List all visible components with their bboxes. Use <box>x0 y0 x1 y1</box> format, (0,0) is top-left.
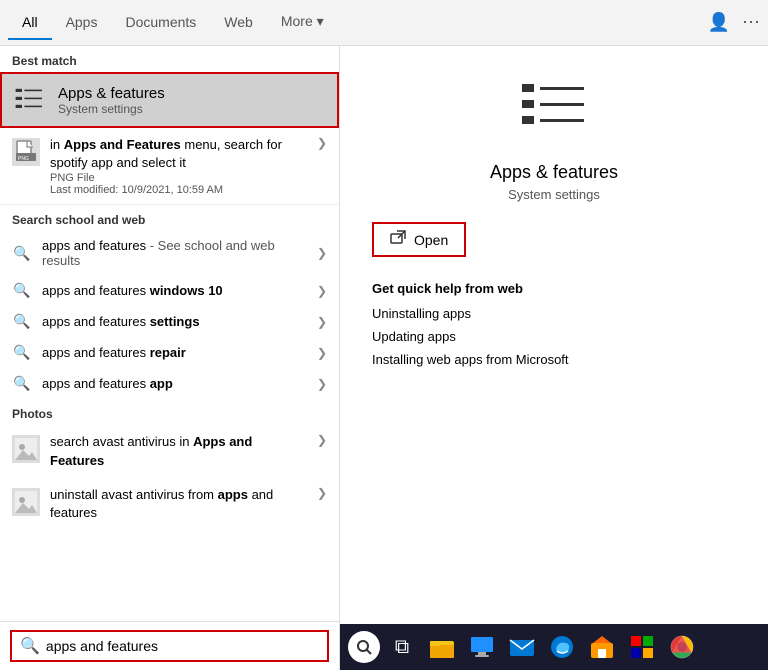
photos-label: Photos <box>0 399 339 425</box>
search-bar[interactable]: 🔍 <box>10 630 329 662</box>
png-file-icon: PNG <box>12 138 40 166</box>
photo-icon-1 <box>12 435 40 463</box>
best-match-label: Best match <box>0 46 339 72</box>
right-panel: Apps & features System settings Open Get… <box>340 46 768 670</box>
taskbar-edge[interactable] <box>544 629 580 665</box>
file-title: in Apps and Features menu, search for sp… <box>50 136 307 172</box>
photo-result-2[interactable]: uninstall avast antivirus from apps and … <box>0 478 339 530</box>
search-icon-2: 🔍 <box>12 282 32 299</box>
search-result-1[interactable]: 🔍 apps and features - See school and web… <box>0 231 339 275</box>
tab-web[interactable]: Web <box>210 6 267 40</box>
best-match-subtitle: System settings <box>58 102 165 116</box>
photo-text-2: uninstall avast antivirus from apps and … <box>50 486 307 522</box>
taskbar-file-explorer[interactable] <box>424 629 460 665</box>
open-button-area: Open <box>372 222 736 257</box>
quick-help-link-2[interactable]: Updating apps <box>372 329 736 344</box>
taskbar-chrome[interactable] <box>664 629 700 665</box>
taskbar: ⧉ <box>340 624 768 670</box>
left-panel: Best match Apps & features System settin… <box>0 46 340 670</box>
photo-text-1: search avast antivirus in Apps and Featu… <box>50 433 307 469</box>
search-bar-icon: 🔍 <box>20 636 40 656</box>
photo-title-2: uninstall avast antivirus from apps and … <box>50 486 307 522</box>
photo-icon-2 <box>12 488 40 516</box>
file-date: Last modified: 10/9/2021, 10:59 AM <box>50 184 307 196</box>
taskbar-computer[interactable] <box>464 629 500 665</box>
app-detail-subtitle: System settings <box>372 187 736 202</box>
apps-features-icon <box>14 84 46 116</box>
search-icon-1: 🔍 <box>12 245 32 262</box>
taskbar-task-view[interactable]: ⧉ <box>384 629 420 665</box>
search-icon-5: 🔍 <box>12 375 32 392</box>
open-button-label: Open <box>414 232 448 248</box>
best-match-item[interactable]: Apps & features System settings <box>0 72 339 128</box>
taskbar-store[interactable] <box>584 629 620 665</box>
search-result-4[interactable]: 🔍 apps and features repair ❯ <box>0 337 339 368</box>
chevron-photo-1: ❯ <box>317 433 327 447</box>
search-icon-3: 🔍 <box>12 313 32 330</box>
tab-more[interactable]: More ▾ <box>267 5 338 40</box>
nav-right: 👤 ⋯ <box>708 12 760 33</box>
quick-help-link-3[interactable]: Installing web apps from Microsoft <box>372 352 736 367</box>
search-text-1: apps and features - See school and web r… <box>42 238 307 268</box>
file-text: in Apps and Features menu, search for sp… <box>50 136 307 196</box>
search-icon-4: 🔍 <box>12 344 32 361</box>
search-result-2[interactable]: 🔍 apps and features windows 10 ❯ <box>0 275 339 306</box>
search-bar-container: 🔍 <box>0 621 339 670</box>
chevron-icon-4: ❯ <box>317 346 327 360</box>
file-result[interactable]: PNG in Apps and Features menu, search fo… <box>0 128 339 205</box>
quick-help-title: Get quick help from web <box>372 281 736 296</box>
open-window-icon <box>390 230 406 249</box>
taskbar-tiles[interactable] <box>624 629 660 665</box>
chevron-icon-5: ❯ <box>317 377 327 391</box>
svg-text:PNG: PNG <box>18 156 29 162</box>
chevron-icon-3: ❯ <box>317 315 327 329</box>
best-match-title: Apps & features <box>58 85 165 102</box>
search-text-3: apps and features settings <box>42 314 307 329</box>
chevron-icon-2: ❯ <box>317 284 327 298</box>
search-text-4: apps and features repair <box>42 345 307 360</box>
tab-all[interactable]: All <box>8 6 52 40</box>
search-school-label: Search school and web <box>0 205 339 231</box>
search-text-2: apps and features windows 10 <box>42 283 307 298</box>
app-detail-title: Apps & features <box>372 162 736 183</box>
right-content: Apps & features System settings Open Get… <box>340 46 768 624</box>
best-match-text: Apps & features System settings <box>58 85 165 116</box>
search-result-3[interactable]: 🔍 apps and features settings ❯ <box>0 306 339 337</box>
app-icon-large <box>514 70 594 150</box>
quick-help-link-1[interactable]: Uninstalling apps <box>372 306 736 321</box>
photo-result-1[interactable]: search avast antivirus in Apps and Featu… <box>0 425 339 477</box>
user-icon[interactable]: 👤 <box>708 12 730 33</box>
main-container: Best match Apps & features System settin… <box>0 46 768 670</box>
search-text-5: apps and features app <box>42 376 307 391</box>
photo-title-1: search avast antivirus in Apps and Featu… <box>50 433 307 469</box>
search-bar-input[interactable] <box>46 638 319 654</box>
file-type: PNG File <box>50 172 307 184</box>
open-button[interactable]: Open <box>372 222 466 257</box>
taskbar-search-circle[interactable] <box>348 631 380 663</box>
chevron-photo-2: ❯ <box>317 486 327 500</box>
search-result-5[interactable]: 🔍 apps and features app ❯ <box>0 368 339 399</box>
chevron-icon-1: ❯ <box>317 246 327 260</box>
top-nav: All Apps Documents Web More ▾ 👤 ⋯ <box>0 0 768 46</box>
taskbar-mail[interactable] <box>504 629 540 665</box>
tab-documents[interactable]: Documents <box>111 6 210 40</box>
chevron-icon: ❯ <box>317 136 327 150</box>
more-options-icon[interactable]: ⋯ <box>742 12 760 33</box>
tab-apps[interactable]: Apps <box>52 6 112 40</box>
